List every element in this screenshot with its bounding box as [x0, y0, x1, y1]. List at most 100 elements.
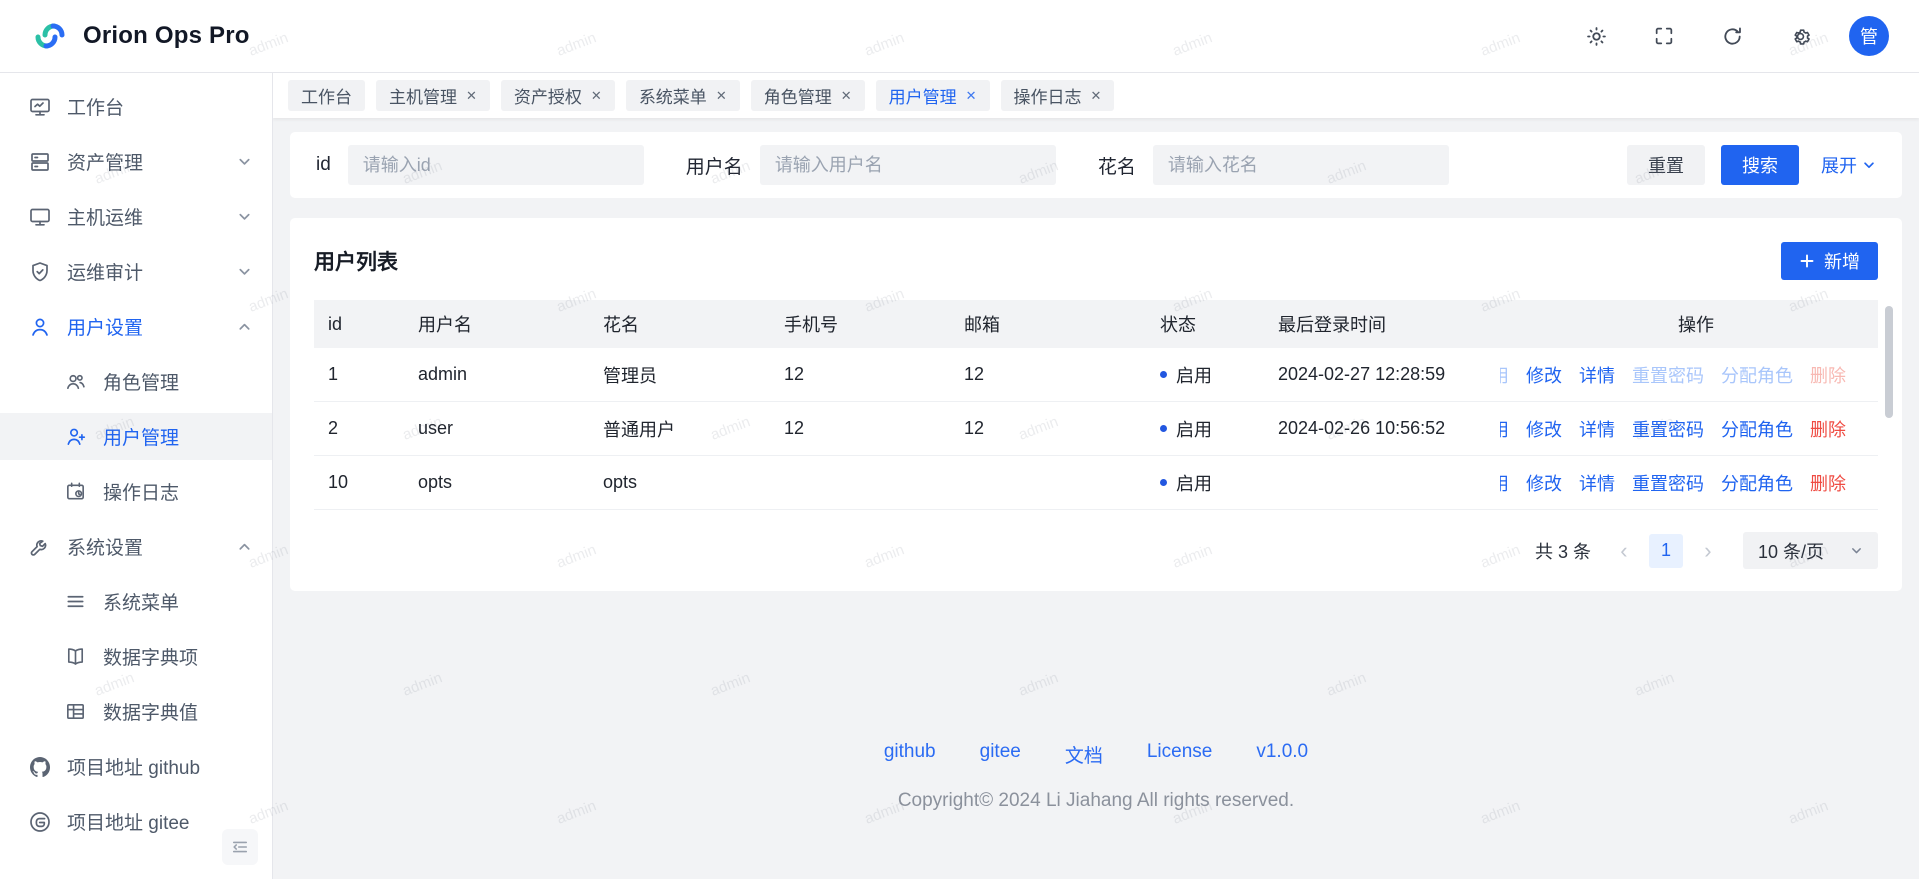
close-icon[interactable]: ✕: [466, 88, 477, 104]
tab-role-management[interactable]: 角色管理 ✕: [751, 80, 865, 111]
username-input[interactable]: [760, 145, 1056, 185]
sidebar-item-workbench[interactable]: 工作台: [0, 83, 272, 130]
expand-toggle[interactable]: 展开: [1821, 152, 1876, 178]
reset-password-link[interactable]: 重置密码: [1632, 470, 1704, 496]
edit-link[interactable]: 修改: [1526, 470, 1562, 496]
page-footer: github gitee 文档 License v1.0.0 Copyright…: [273, 741, 1919, 812]
sidebar-item-user-settings[interactable]: 用户设置: [0, 303, 272, 350]
sidebar-item-dict-keys[interactable]: 数据字典项: [0, 633, 272, 680]
page-number-1[interactable]: 1: [1649, 534, 1683, 568]
tab-workbench[interactable]: 工作台: [288, 80, 365, 111]
reset-button[interactable]: 重置: [1627, 145, 1705, 185]
assign-role-link[interactable]: 分配角色: [1721, 416, 1793, 442]
sidebar-item-ops-audit[interactable]: 运维审计: [0, 248, 272, 295]
sidebar-item-role-management[interactable]: 角色管理: [0, 358, 272, 405]
avatar[interactable]: 管: [1849, 16, 1889, 56]
tab-label: 资产授权: [514, 83, 582, 108]
id-input[interactable]: [348, 145, 644, 185]
search-field-id: id: [316, 145, 686, 185]
sidebar-item-host-ops[interactable]: 主机运维: [0, 193, 272, 240]
sidebar: 工作台 资产管理 主机运维 运维审计: [0, 73, 273, 879]
next-page-icon[interactable]: ›: [1693, 535, 1723, 567]
reset-password-link[interactable]: 重置密码: [1632, 416, 1704, 442]
footer-link-gitee[interactable]: gitee: [980, 741, 1021, 768]
close-icon[interactable]: ✕: [841, 88, 852, 104]
search-panel: id 用户名 花名 重置 搜索 展开: [290, 132, 1902, 198]
main-content: 工作台 主机管理 ✕ 资产授权 ✕ 系统菜单 ✕ 角色管理 ✕ 用户管理 ✕ 操…: [273, 73, 1919, 879]
github-icon: [28, 755, 52, 779]
footer-link-license[interactable]: License: [1147, 741, 1213, 768]
sidebar-item-github[interactable]: 项目地址 github: [0, 743, 272, 790]
chevron-down-icon: [1850, 544, 1863, 557]
assign-role-link[interactable]: 分配角色: [1721, 470, 1793, 496]
sidebar-item-assets[interactable]: 资产管理: [0, 138, 272, 185]
sidebar-item-user-management[interactable]: 用户管理: [0, 413, 272, 460]
chevron-down-icon: [237, 264, 252, 279]
sidebar-item-label: 数据字典项: [103, 643, 198, 670]
close-icon[interactable]: ✕: [966, 88, 977, 104]
delete-link[interactable]: 删除: [1810, 470, 1846, 496]
add-user-button[interactable]: 新增: [1781, 242, 1878, 280]
tab-label: 系统菜单: [639, 83, 707, 108]
search-field-username: 用户名: [686, 145, 1098, 185]
sidebar-item-label: 角色管理: [103, 368, 179, 395]
edit-link[interactable]: 修改: [1526, 416, 1562, 442]
app-logo: Orion Ops Pro: [30, 16, 250, 56]
menu-lines-icon: [64, 590, 88, 614]
tab-asset-authorization[interactable]: 资产授权 ✕: [501, 80, 615, 111]
server-icon: [28, 150, 52, 174]
close-icon[interactable]: ✕: [591, 88, 602, 104]
search-button[interactable]: 搜索: [1721, 145, 1799, 185]
edit-link[interactable]: 修改: [1526, 362, 1562, 388]
sidebar-item-dict-values[interactable]: 数据字典值: [0, 688, 272, 735]
tab-user-management[interactable]: 用户管理 ✕: [876, 80, 990, 111]
log-calendar-icon: [64, 480, 88, 504]
fullscreen-button[interactable]: [1645, 17, 1683, 55]
page-size-value: 10 条/页: [1758, 538, 1824, 564]
prev-page-icon[interactable]: ‹: [1609, 535, 1639, 567]
status-label: 启用: [1176, 362, 1212, 388]
footer-link-docs[interactable]: 文档: [1065, 741, 1103, 768]
tab-system-menu[interactable]: 系统菜单 ✕: [626, 80, 740, 111]
column-header-username: 用户名: [404, 311, 589, 337]
column-header-email: 邮箱: [950, 311, 1146, 337]
footer-link-github[interactable]: github: [884, 741, 936, 768]
sidebar-collapse-button[interactable]: [222, 829, 258, 865]
detail-link[interactable]: 详情: [1579, 362, 1615, 388]
tab-host-management[interactable]: 主机管理 ✕: [376, 80, 490, 111]
sidebar-item-operation-log[interactable]: 操作日志: [0, 468, 272, 515]
expand-label: 展开: [1821, 152, 1857, 178]
cell-username: opts: [404, 472, 589, 493]
page-size-select[interactable]: 10 条/页: [1743, 532, 1878, 569]
footer-link-version[interactable]: v1.0.0: [1256, 741, 1308, 768]
delete-link[interactable]: 删除: [1810, 416, 1846, 442]
nickname-input[interactable]: [1153, 145, 1449, 185]
desktop-icon: [28, 205, 52, 229]
sidebar-item-label: 工作台: [67, 93, 124, 120]
refresh-button[interactable]: [1713, 17, 1751, 55]
theme-toggle-button[interactable]: [1577, 17, 1615, 55]
cell-actions: 停用 修改 详情 重置密码 分配角色 删除: [1500, 362, 1878, 388]
close-icon[interactable]: ✕: [1091, 88, 1102, 104]
disable-link[interactable]: 停用: [1500, 416, 1509, 442]
cell-actions: 停用 修改 详情 重置密码 分配角色 删除: [1500, 416, 1878, 442]
close-icon[interactable]: ✕: [716, 88, 727, 104]
sidebar-item-system-menu[interactable]: 系统菜单: [0, 578, 272, 625]
panel-title: 用户列表: [314, 246, 398, 276]
detail-link[interactable]: 详情: [1579, 470, 1615, 496]
sidebar-item-system-settings[interactable]: 系统设置: [0, 523, 272, 570]
tab-operation-log[interactable]: 操作日志 ✕: [1001, 80, 1115, 111]
sidebar-item-label: 主机运维: [67, 203, 143, 230]
column-header-id: id: [314, 314, 404, 335]
logo-icon: [30, 16, 70, 56]
tab-label: 角色管理: [764, 83, 832, 108]
monitor-chart-icon: [28, 95, 52, 119]
column-header-actions: 操作: [1500, 311, 1878, 337]
user-table: id 用户名 花名 手机号 邮箱 状态 最后登录时间 操作 1 admin 管理…: [314, 300, 1878, 510]
cell-nickname: opts: [589, 472, 770, 493]
settings-button[interactable]: [1781, 17, 1819, 55]
detail-link[interactable]: 详情: [1579, 416, 1615, 442]
table-scrollbar[interactable]: [1885, 306, 1893, 418]
gitee-icon: [28, 810, 52, 834]
disable-link[interactable]: 停用: [1500, 470, 1509, 496]
